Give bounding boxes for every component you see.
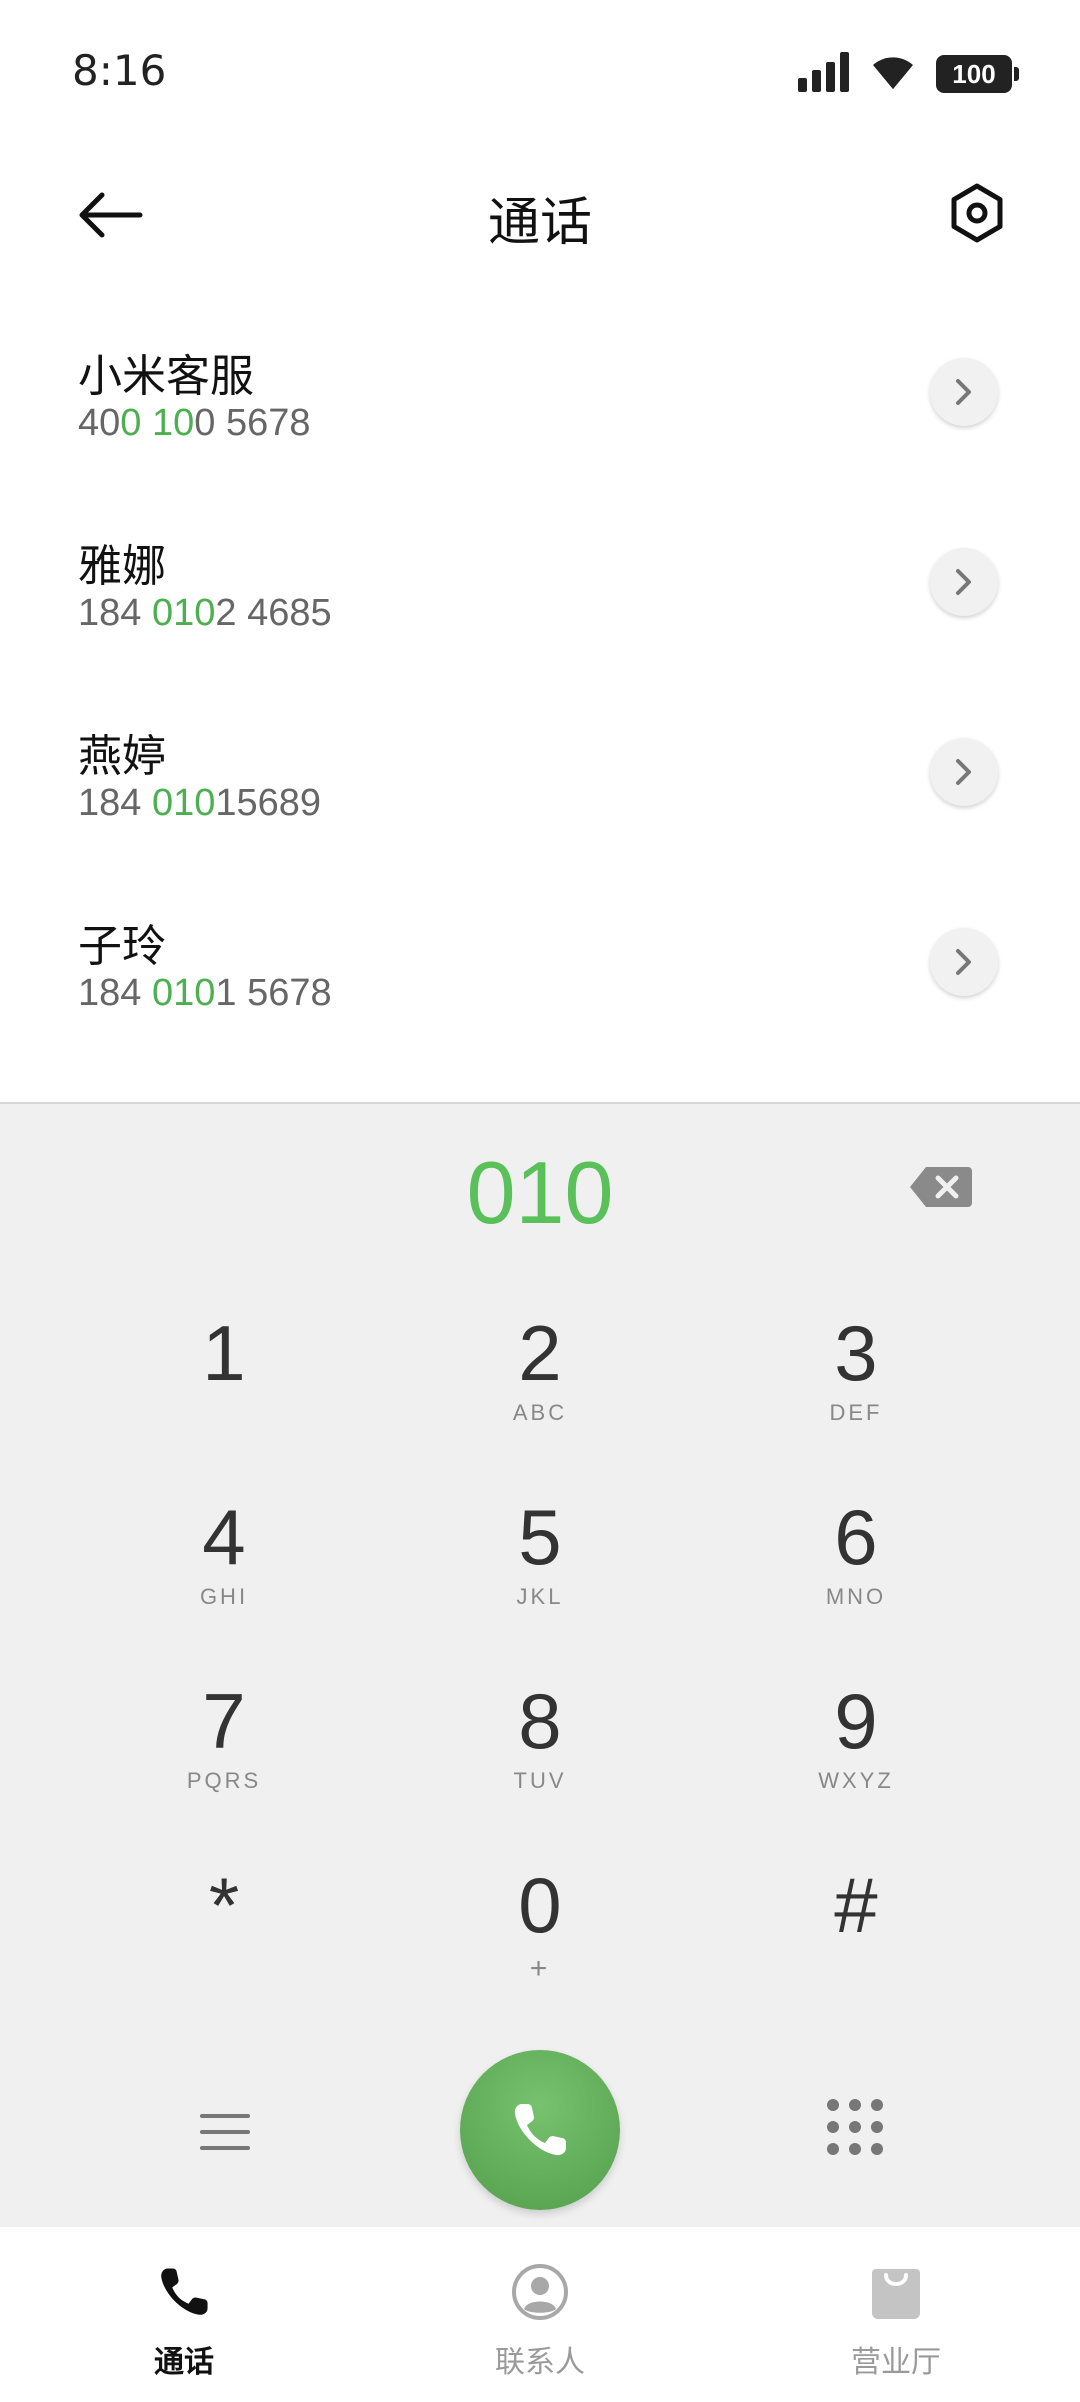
contact-number: 184 01015689 bbox=[78, 782, 321, 825]
number-part: 40 bbox=[78, 402, 121, 444]
menu-icon bbox=[200, 2114, 250, 2150]
contact-name: 雅娜 bbox=[78, 541, 166, 592]
number-match: 0 10 bbox=[120, 402, 195, 444]
contact-detail-button[interactable] bbox=[930, 358, 998, 426]
key-letters: MNO bbox=[825, 1584, 887, 1609]
tab-label: 联系人 bbox=[495, 2345, 585, 2380]
contact-row[interactable]: 雅娜 184 0102 4685 bbox=[0, 480, 1080, 670]
key-digit: 8 bbox=[518, 1677, 562, 1765]
key-1[interactable]: 1 bbox=[124, 1294, 324, 1454]
key-5[interactable]: 5 JKL bbox=[440, 1478, 640, 1638]
tab-label: 营业厅 bbox=[851, 2345, 941, 2380]
backspace-button[interactable] bbox=[906, 1162, 976, 1212]
key-digit: 2 bbox=[518, 1309, 562, 1397]
key-digit: 9 bbox=[834, 1677, 878, 1765]
key-2[interactable]: 2 ABC bbox=[440, 1294, 640, 1454]
keypad-toggle-button[interactable] bbox=[820, 2092, 890, 2162]
backspace-icon bbox=[910, 1167, 972, 1207]
settings-button[interactable] bbox=[942, 178, 1012, 248]
phone-icon bbox=[514, 2104, 566, 2156]
key-digit: 0 bbox=[518, 1861, 562, 1949]
person-circle-icon bbox=[512, 2264, 568, 2320]
contact-row[interactable]: 子玲 184 0101 5678 bbox=[0, 860, 1080, 1050]
key-letters: PQRS bbox=[186, 1768, 262, 1793]
number-match: 010 bbox=[151, 592, 216, 634]
contact-name: 子玲 bbox=[78, 921, 166, 972]
contact-list: 小米客服 400 100 5678 雅娜 184 0102 4685 燕婷 18… bbox=[0, 290, 1080, 1050]
dialpad: 010 1 2 ABC 3 DEF 4 GHI 5 JKL 6 MNO 7 PQ… bbox=[0, 1102, 1080, 2227]
key-digit: 3 bbox=[834, 1309, 878, 1397]
number-match: 010 bbox=[151, 972, 216, 1014]
key-4[interactable]: 4 GHI bbox=[124, 1478, 324, 1638]
signal-icon bbox=[798, 52, 850, 96]
shopping-bag-icon bbox=[872, 2269, 920, 2319]
key-letters: WXYZ bbox=[818, 1768, 894, 1793]
contact-detail-button[interactable] bbox=[930, 738, 998, 806]
key-letters: DEF bbox=[829, 1400, 883, 1425]
bottom-nav: 通话 联系人 营业厅 bbox=[0, 2227, 1080, 2402]
contact-row[interactable]: 燕婷 184 01015689 bbox=[0, 670, 1080, 860]
key-digit: 6 bbox=[834, 1493, 878, 1581]
phone-icon bbox=[161, 2268, 208, 2315]
number-part: 184 bbox=[78, 592, 152, 634]
key-0[interactable]: 0 + bbox=[440, 1846, 640, 2006]
key-letters: GHI bbox=[199, 1584, 249, 1609]
key-digit: 4 bbox=[202, 1493, 246, 1581]
key-hash[interactable]: # bbox=[756, 1846, 956, 2006]
menu-button[interactable] bbox=[190, 2102, 260, 2162]
number-part: 1 5678 bbox=[215, 972, 332, 1014]
key-letters: JKL bbox=[516, 1584, 564, 1609]
key-6[interactable]: 6 MNO bbox=[756, 1478, 956, 1638]
tab-contacts[interactable]: 联系人 bbox=[430, 2257, 650, 2381]
status-icons: 100 bbox=[798, 52, 1019, 96]
key-digit: # bbox=[834, 1861, 878, 1949]
page-title: 通话 bbox=[487, 193, 592, 253]
grid-dots-icon bbox=[827, 2099, 883, 2155]
key-3[interactable]: 3 DEF bbox=[756, 1294, 956, 1454]
status-time: 8:16 bbox=[72, 46, 167, 95]
contact-detail-button[interactable] bbox=[930, 928, 998, 996]
key-letters: ABC bbox=[512, 1400, 568, 1425]
key-digit: 1 bbox=[202, 1309, 246, 1397]
header: 通话 bbox=[0, 150, 1080, 280]
key-letters: TUV bbox=[513, 1768, 567, 1793]
status-bar: 8:16 100 bbox=[0, 0, 1080, 150]
contact-detail-button[interactable] bbox=[930, 548, 998, 616]
number-part: 2 4685 bbox=[215, 592, 332, 634]
tab-calls[interactable]: 通话 bbox=[74, 2257, 294, 2381]
key-8[interactable]: 8 TUV bbox=[440, 1662, 640, 1822]
number-part: 0 5678 bbox=[194, 402, 311, 444]
number-match: 010 bbox=[151, 782, 216, 824]
contact-row[interactable]: 小米客服 400 100 5678 bbox=[0, 290, 1080, 480]
chevron-right-icon bbox=[956, 379, 971, 405]
tab-store[interactable]: 营业厅 bbox=[786, 2257, 1006, 2381]
hexagon-settings-icon bbox=[951, 183, 1003, 243]
key-digit: * bbox=[208, 1861, 240, 1949]
key-digit: 7 bbox=[202, 1677, 246, 1765]
key-7[interactable]: 7 PQRS bbox=[124, 1662, 324, 1822]
call-button[interactable] bbox=[460, 2050, 620, 2210]
chevron-right-icon bbox=[956, 569, 971, 595]
key-digit: 5 bbox=[518, 1493, 562, 1581]
contact-number: 400 100 5678 bbox=[78, 402, 310, 445]
contact-number: 184 0102 4685 bbox=[78, 592, 332, 635]
key-letters: + bbox=[529, 1952, 551, 1985]
dialpad-actions bbox=[0, 2044, 1080, 2214]
chevron-right-icon bbox=[956, 949, 971, 975]
contact-name: 小米客服 bbox=[78, 351, 254, 402]
key-star[interactable]: * bbox=[124, 1846, 324, 2006]
chevron-right-icon bbox=[956, 759, 971, 785]
contact-name: 燕婷 bbox=[78, 731, 166, 782]
number-part: 184 bbox=[78, 782, 152, 824]
wifi-icon bbox=[870, 53, 916, 95]
number-part: 15689 bbox=[215, 782, 322, 824]
tab-label: 通话 bbox=[154, 2345, 214, 2380]
number-part: 184 bbox=[78, 972, 152, 1014]
battery-icon: 100 bbox=[936, 55, 1019, 93]
key-9[interactable]: 9 WXYZ bbox=[756, 1662, 956, 1822]
contact-number: 184 0101 5678 bbox=[78, 972, 332, 1015]
